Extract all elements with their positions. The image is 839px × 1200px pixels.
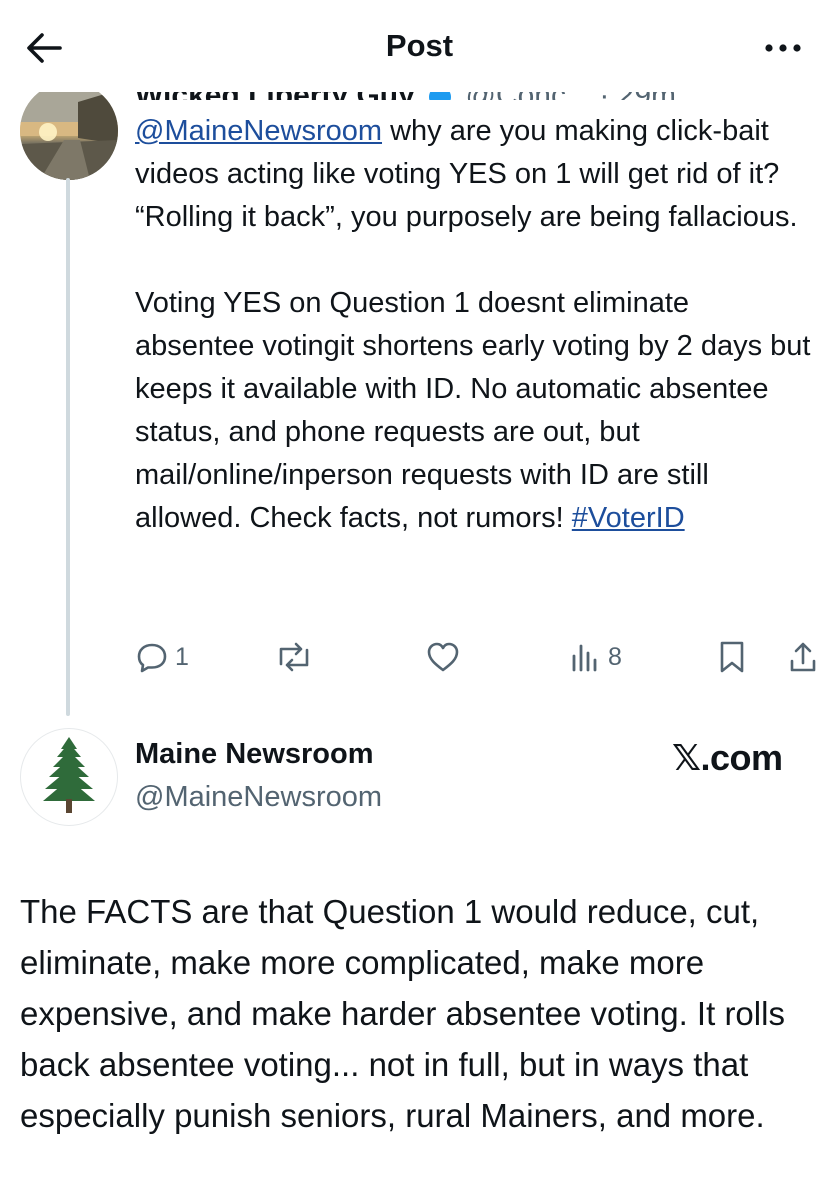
mention-link[interactable]: @MaineNewsroom [135, 115, 382, 147]
top-bar: Post [0, 0, 839, 92]
views-button[interactable]: 8 [570, 635, 622, 679]
main-tweet-body: The FACTS are that Question 1 would redu… [20, 893, 785, 1134]
main-author-name[interactable]: Maine Newsroom [135, 738, 374, 771]
reply-text-part2: Voting YES on Question 1 doesnt eliminat… [135, 287, 811, 534]
more-options-button[interactable] [761, 30, 805, 66]
reply-bubble-icon [137, 643, 167, 673]
reply-count: 1 [175, 642, 189, 671]
sunset-road-photo [20, 82, 118, 180]
share-icon [790, 642, 816, 672]
more-horizontal-icon [765, 44, 801, 52]
bar-chart-icon [572, 644, 597, 672]
main-author-handle[interactable]: @MaineNewsroom [135, 781, 382, 814]
repost-icon [279, 642, 309, 672]
share-button[interactable] [787, 635, 819, 679]
reply-tweet-body: @MaineNewsroom why are you making click-… [135, 110, 815, 540]
tweet-action-bar: 1 8 [135, 635, 825, 679]
thread-connector-line [66, 178, 70, 716]
bookmark-icon [720, 641, 744, 673]
heart-icon [427, 642, 459, 672]
hashtag-link[interactable]: #VoterID [572, 502, 685, 534]
like-button[interactable] [425, 635, 461, 679]
bookmark-button[interactable] [717, 635, 747, 679]
pine-tree-icon [43, 737, 95, 813]
main-author-avatar[interactable] [20, 728, 118, 826]
reply-author-avatar[interactable] [20, 82, 118, 180]
view-count: 8 [608, 642, 622, 671]
x-com-watermark: 𝕏.com [672, 737, 783, 778]
page-title: Post [385, 28, 454, 63]
reply-button[interactable]: 1 [135, 635, 189, 679]
repost-button[interactable] [275, 635, 313, 679]
